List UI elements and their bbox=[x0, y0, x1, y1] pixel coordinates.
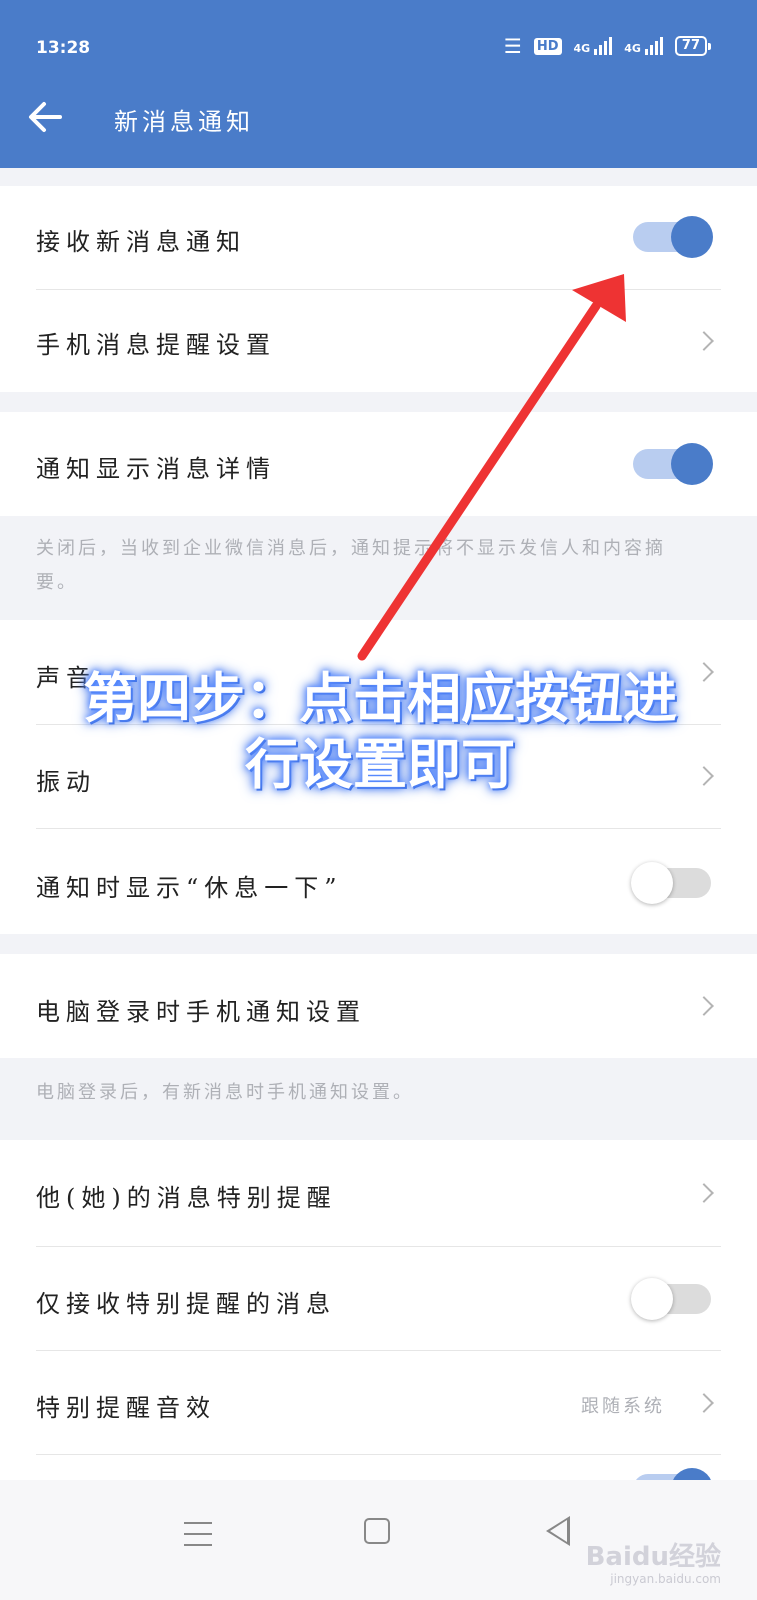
back-triangle-icon[interactable] bbox=[546, 1516, 570, 1546]
overlay-line-1: 第四步：点击相应按钮进 bbox=[83, 667, 677, 730]
instruction-overlay: 第四步：点击相应按钮进 行设置即可 bbox=[40, 666, 720, 798]
overlay-line-2: 行设置即可 bbox=[245, 733, 515, 796]
menu-icon[interactable] bbox=[184, 1522, 212, 1555]
watermark-logo: Baidu经验 bbox=[585, 1542, 721, 1572]
watermark-site: jingyan.baidu.com bbox=[610, 1572, 721, 1586]
home-icon[interactable] bbox=[364, 1518, 390, 1544]
annotation-arrow-icon bbox=[357, 274, 626, 661]
